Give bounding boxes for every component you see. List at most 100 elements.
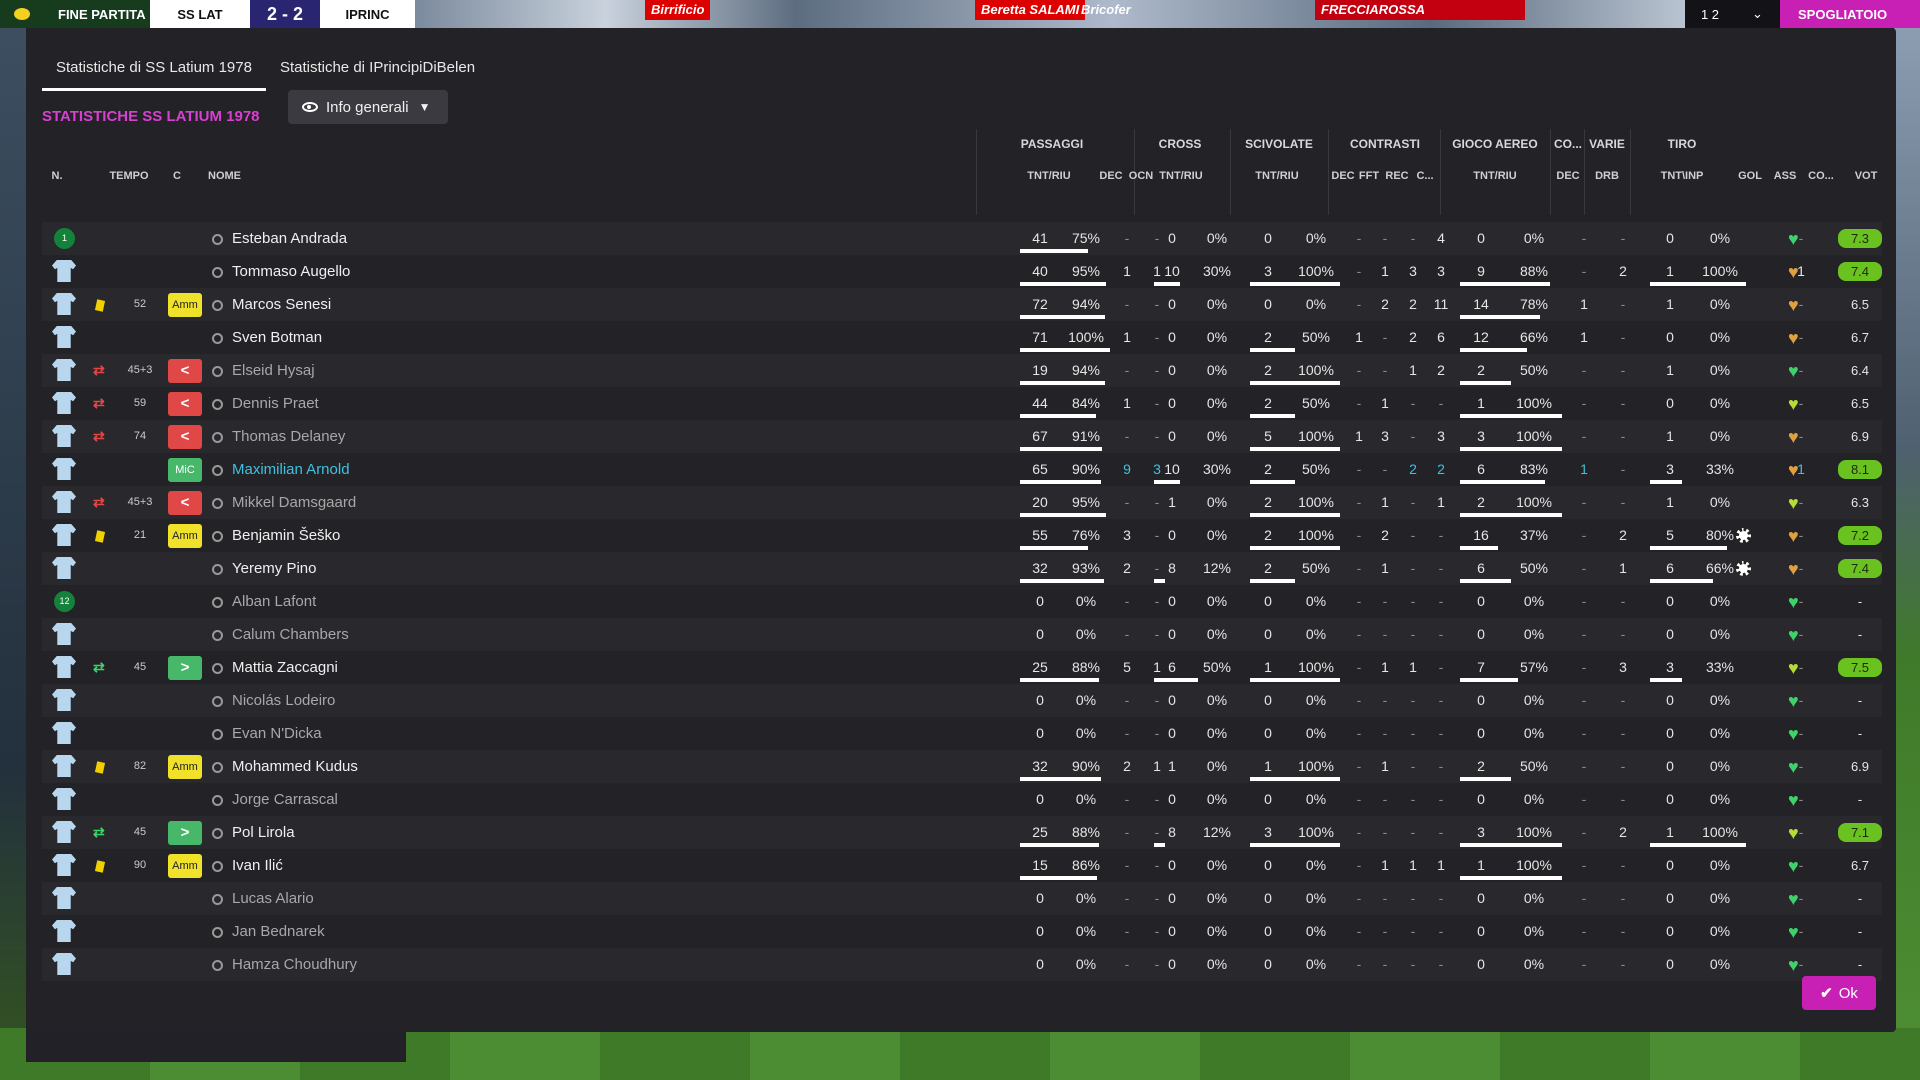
- tab-home-stats[interactable]: Statistiche di SS Latium 1978: [42, 53, 266, 91]
- player-name[interactable]: Yeremy Pino: [232, 552, 317, 585]
- headers-attempted: 0: [1477, 956, 1485, 972]
- column-header-aereo-tnt[interactable]: TNT/RIU: [1442, 170, 1548, 182]
- player-name[interactable]: Ivan Ilić: [232, 849, 283, 882]
- table-row[interactable]: 12 Alban Lafont 0 0% - -0 0% 0 0% - - - -0 0% - -0 0% - ♥ -: [42, 585, 1882, 618]
- column-header-contr-c[interactable]: C...: [1412, 170, 1438, 182]
- player-name[interactable]: Sven Botman: [232, 321, 322, 354]
- player-name[interactable]: Mattia Zaccagni: [232, 651, 338, 684]
- table-row[interactable]: Jorge Carrascal 0 0% - -0 0% 0 0% - - - -0 0% - -0 0% - ♥…: [42, 783, 1882, 816]
- column-header-gol[interactable]: GOL: [1734, 170, 1766, 182]
- shirt-icon[interactable]: [52, 557, 76, 579]
- player-name[interactable]: Elseid Hysaj: [232, 354, 315, 387]
- table-row[interactable]: ⇄ 59 < Dennis Praet 44 84% 1-0 0% 2 50% -1- -1 100% -…: [42, 387, 1882, 420]
- column-header-vot[interactable]: VOT: [1840, 170, 1892, 182]
- shirt-icon[interactable]: [52, 491, 76, 513]
- column-header-co-dec[interactable]: DEC: [1552, 170, 1584, 182]
- table-row[interactable]: 82 Amm Mohammed Kudus 32 90% 2 1 1 0% 1 100% -1- -2 5…: [42, 750, 1882, 783]
- player-name[interactable]: Hamza Choudhury: [232, 948, 357, 981]
- goalkeeper-number-badge[interactable]: 1: [54, 228, 75, 249]
- player-name[interactable]: Thomas Delaney: [232, 420, 345, 453]
- table-row[interactable]: 90 Amm Ivan Ilić 15 86% - -0 0% 0 0% -1 1 1 1 100% - -0 0…: [42, 849, 1882, 882]
- player-name[interactable]: Tommaso Augello: [232, 255, 350, 288]
- player-name[interactable]: Alban Lafont: [232, 585, 316, 618]
- shirt-icon[interactable]: [52, 854, 76, 876]
- player-name[interactable]: Dennis Praet: [232, 387, 319, 420]
- duels-fouls: -: [1382, 824, 1388, 840]
- chevron-down-icon[interactable]: ⌄: [1735, 0, 1780, 28]
- table-row[interactable]: ⇄ 74 < Thomas Delaney 67 91% - -0 0% 5 100% 1 3-3 3 10…: [42, 420, 1882, 453]
- table-row[interactable]: ⇄ 45 > Pol Lirola 25 88% - -8 12% 3 100% - - - -3 100% -…: [42, 816, 1882, 849]
- success-rate-bar: [1460, 546, 1498, 550]
- column-header-drb[interactable]: DRB: [1586, 170, 1628, 182]
- player-name[interactable]: Maximilian Arnold: [232, 453, 350, 486]
- column-header-pass-tnt[interactable]: TNT/RIU: [1004, 170, 1094, 182]
- player-name[interactable]: Benjamin Šeško: [232, 519, 340, 552]
- shirt-icon[interactable]: [52, 260, 76, 282]
- column-header-contr-fft[interactable]: FFT: [1356, 170, 1382, 182]
- shirt-icon[interactable]: [52, 722, 76, 744]
- shirt-icon[interactable]: [52, 887, 76, 909]
- player-name[interactable]: Lucas Alario: [232, 882, 314, 915]
- player-name[interactable]: Jan Bednarek: [232, 915, 325, 948]
- column-header-contr-dec[interactable]: DEC: [1330, 170, 1356, 182]
- player-name[interactable]: Calum Chambers: [232, 618, 349, 651]
- column-header-c[interactable]: C: [166, 170, 188, 182]
- table-row[interactable]: Jan Bednarek 0 0% - -0 0% 0 0% - - - -0 0% - -0 0% - ♥ -: [42, 915, 1882, 948]
- table-row[interactable]: Evan N'Dicka 0 0% - -0 0% 0 0% - - - -0 0% - -0 0% - ♥ -: [42, 717, 1882, 750]
- table-row[interactable]: Yeremy Pino 32 93% 2-8 12% 2 50% -1- -6 50% -1 6 66%…: [42, 552, 1882, 585]
- player-name[interactable]: Jorge Carrascal: [232, 783, 338, 816]
- column-header-cross-tnt[interactable]: TNT/RIU: [1136, 170, 1226, 182]
- player-name[interactable]: Mohammed Kudus: [232, 750, 358, 783]
- shirt-icon[interactable]: [52, 821, 76, 843]
- table-row[interactable]: ⇄ 45+3 < Mikkel Damsgaard 20 95% - -1 0% 2 100% -1-…: [42, 486, 1882, 519]
- success-rate-bar: [1460, 480, 1545, 484]
- column-header-contr-rec[interactable]: REC: [1382, 170, 1412, 182]
- column-header-tiro-tnt[interactable]: TNT\INP: [1632, 170, 1732, 182]
- shirt-icon[interactable]: [52, 293, 76, 315]
- table-row[interactable]: Tommaso Augello 40 95% 1 1 10 30% 3 100% -1 3 3 9 88%…: [42, 255, 1882, 288]
- goalkeeper-number-badge[interactable]: 12: [54, 591, 75, 612]
- player-name[interactable]: Mikkel Damsgaard: [232, 486, 356, 519]
- column-header-co[interactable]: CO...: [1804, 170, 1838, 182]
- shirt-icon[interactable]: [52, 953, 76, 975]
- table-row[interactable]: Calum Chambers 0 0% - -0 0% 0 0% - - - -0 0% - -0 0% - ♥ -: [42, 618, 1882, 651]
- player-name[interactable]: Nicolás Lodeiro: [232, 684, 335, 717]
- table-row[interactable]: 21 Amm Benjamin Šeško 55 76% 3-0 0% 2 100% -2- -16…: [42, 519, 1882, 552]
- view-dropdown[interactable]: Info generali ▼: [288, 90, 448, 124]
- table-row[interactable]: 52 Amm Marcos Senesi 72 94% - -0 0% 0 0% -2 2 11 14 78…: [42, 288, 1882, 321]
- shirt-icon[interactable]: [52, 392, 76, 414]
- column-header-tempo[interactable]: TEMPO: [104, 170, 154, 182]
- player-name[interactable]: Pol Lirola: [232, 816, 295, 849]
- shirt-icon[interactable]: [52, 656, 76, 678]
- table-row[interactable]: ⇄ 45 > Mattia Zaccagni 25 88% 5 1 6 50% 1 100% -1 1-7…: [42, 651, 1882, 684]
- dressing-room-button[interactable]: SPOGLIATOIO: [1780, 0, 1920, 28]
- column-header-scivolate-tnt[interactable]: TNT/RIU: [1232, 170, 1322, 182]
- shirt-icon[interactable]: [52, 755, 76, 777]
- shirt-icon[interactable]: [52, 689, 76, 711]
- column-header-dec[interactable]: DEC: [1096, 170, 1126, 182]
- shirt-icon[interactable]: [52, 788, 76, 810]
- table-row[interactable]: Sven Botman 71 100% 1-0 0% 2 50% 1-2 6 12 66% 1-0 0%…: [42, 321, 1882, 354]
- table-row[interactable]: Hamza Choudhury 0 0% - -0 0% 0 0% - - - -0 0% - -0 0% - ♥…: [42, 948, 1882, 981]
- table-row[interactable]: Nicolás Lodeiro 0 0% - -0 0% 0 0% - - - -0 0% - -0 0% - ♥…: [42, 684, 1882, 717]
- ok-button[interactable]: ✔ Ok: [1802, 976, 1876, 1010]
- shirt-icon[interactable]: [52, 524, 76, 546]
- shirt-icon[interactable]: [52, 359, 76, 381]
- player-name[interactable]: Marcos Senesi: [232, 288, 331, 321]
- table-row[interactable]: Lucas Alario 0 0% - -0 0% 0 0% - - - -0 0% - -0 0% - ♥ -: [42, 882, 1882, 915]
- speed-control[interactable]: 1 2: [1685, 0, 1735, 28]
- column-header-n[interactable]: N.: [42, 170, 72, 182]
- shirt-icon[interactable]: [52, 425, 76, 447]
- column-header-nome[interactable]: NOME: [208, 170, 288, 182]
- shirt-icon[interactable]: [52, 623, 76, 645]
- player-name[interactable]: Esteban Andrada: [232, 222, 347, 255]
- player-name[interactable]: Evan N'Dicka: [232, 717, 322, 750]
- shirt-icon[interactable]: [52, 458, 76, 480]
- table-row[interactable]: ⇄ 45+3 < Elseid Hysaj 19 94% - -0 0% 2 100% - -1 2 2 50…: [42, 354, 1882, 387]
- table-row[interactable]: MiC Maximilian Arnold 65 90% 9 3 10 30% 2 50% - -2 2…: [42, 453, 1882, 486]
- shirt-icon[interactable]: [52, 326, 76, 348]
- shirt-icon[interactable]: [52, 920, 76, 942]
- table-row[interactable]: 1 Esteban Andrada 41 75% - -0 0% 0 0% - - -4 0 0% - -0 0…: [42, 222, 1882, 255]
- column-header-ass[interactable]: ASS: [1768, 170, 1802, 182]
- tab-away-stats[interactable]: Statistiche di IPrincipiDiBelen: [266, 53, 489, 91]
